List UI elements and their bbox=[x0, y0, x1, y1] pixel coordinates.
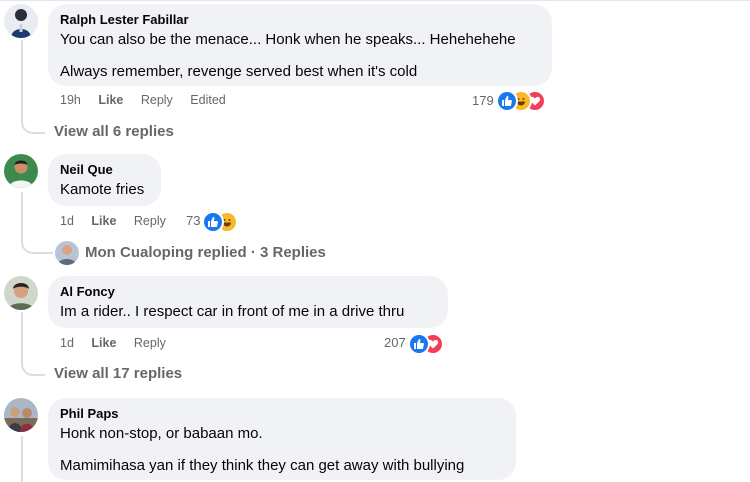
avatar[interactable] bbox=[4, 4, 38, 38]
timestamp[interactable]: 1d bbox=[60, 336, 74, 350]
edited-label: Edited bbox=[190, 93, 226, 107]
comment-text: Kamote fries bbox=[60, 181, 145, 198]
avatar bbox=[55, 241, 79, 265]
like-button[interactable]: Like bbox=[98, 93, 123, 107]
view-replies-link[interactable]: View all 17 replies bbox=[54, 364, 182, 384]
commenter-name[interactable]: Al Foncy bbox=[60, 284, 436, 300]
thumbs-up-icon bbox=[496, 90, 518, 112]
comment-text: Im a rider.. I respect car in front of m… bbox=[60, 303, 405, 320]
comment-actions: 1d Like Reply bbox=[60, 213, 180, 229]
reply-button[interactable]: Reply bbox=[141, 93, 173, 107]
comment-bubble: Phil Paps Honk non-stop, or babaan mo. M… bbox=[48, 398, 516, 480]
comment-bubble: Ralph Lester Fabillar You can also be th… bbox=[48, 4, 552, 86]
comment-bubble: Al Foncy Im a rider.. I respect car in f… bbox=[48, 276, 448, 328]
commenter-name[interactable]: Ralph Lester Fabillar bbox=[60, 12, 540, 28]
reply-button[interactable]: Reply bbox=[134, 214, 166, 228]
thread-elbow bbox=[21, 354, 45, 376]
thread-line bbox=[21, 436, 23, 482]
thread-line bbox=[21, 40, 23, 118]
top-divider bbox=[0, 0, 750, 1]
avatar[interactable] bbox=[4, 398, 38, 432]
comment-bubble: Neil Que Kamote fries bbox=[48, 154, 161, 206]
comment-actions: 1d Like Reply bbox=[60, 335, 180, 351]
comment-text: You can also be the menace... Honk when … bbox=[60, 31, 516, 48]
reaction-count: 179 bbox=[472, 93, 494, 108]
commenter-name[interactable]: Phil Paps bbox=[60, 406, 504, 422]
reaction-count: 73 bbox=[186, 213, 201, 228]
thumbs-up-icon bbox=[202, 211, 224, 233]
timestamp[interactable]: 19h bbox=[60, 93, 81, 107]
thread-elbow bbox=[21, 112, 45, 134]
view-replies-link[interactable]: View all 6 replies bbox=[54, 122, 174, 142]
like-button[interactable]: Like bbox=[91, 214, 116, 228]
like-button[interactable]: Like bbox=[91, 336, 116, 350]
reply-button[interactable]: Reply bbox=[134, 336, 166, 350]
thread-elbow bbox=[21, 232, 53, 254]
comment-text: Mamimihasa yan if they think they can ge… bbox=[60, 457, 465, 474]
commenter-name[interactable]: Neil Que bbox=[60, 162, 149, 178]
comment-text: Honk non-stop, or babaan mo. bbox=[60, 425, 263, 442]
comment-text: Always remember, revenge served best whe… bbox=[60, 63, 418, 80]
replied-summary-text[interactable]: Mon Cualoping replied · 3 Replies bbox=[85, 243, 326, 263]
timestamp[interactable]: 1d bbox=[60, 214, 74, 228]
thumbs-up-icon bbox=[408, 333, 430, 355]
thread-line bbox=[21, 312, 23, 360]
comment-actions: 19h Like Reply Edited bbox=[60, 92, 240, 108]
avatar[interactable] bbox=[4, 154, 38, 188]
avatar[interactable] bbox=[4, 276, 38, 310]
reaction-count: 207 bbox=[384, 335, 406, 350]
